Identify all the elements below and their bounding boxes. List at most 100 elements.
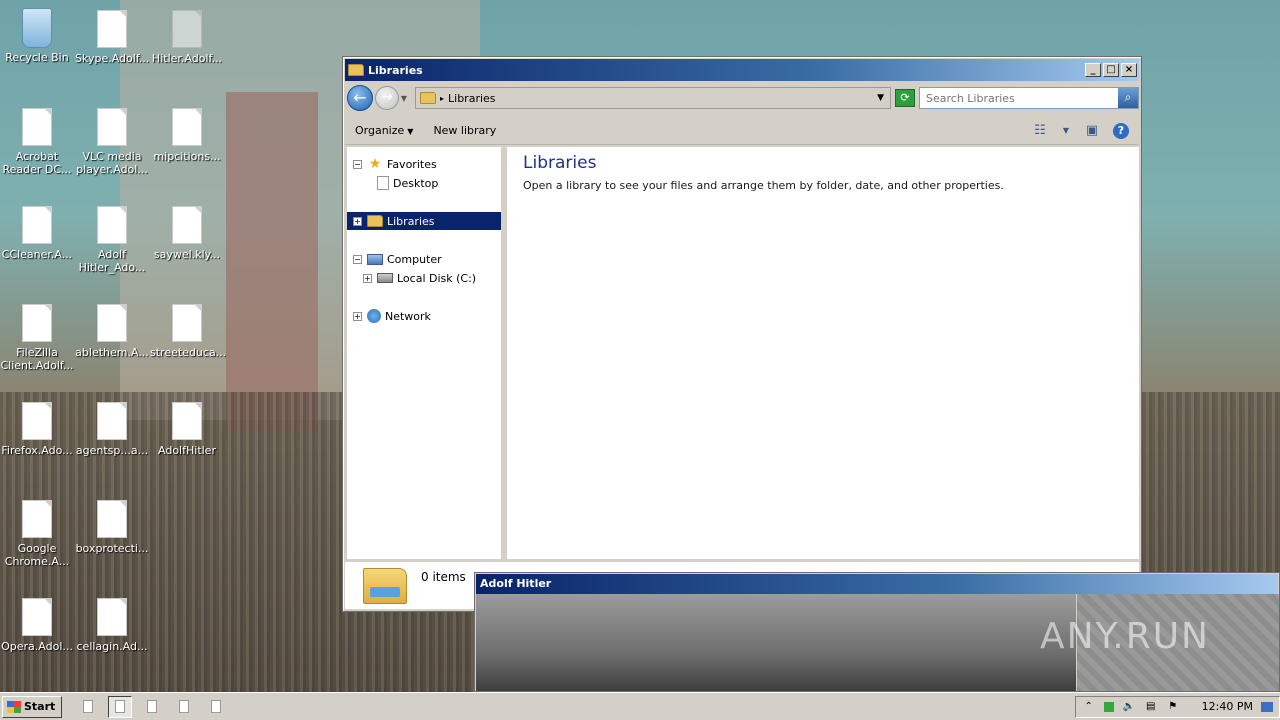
libraries-folder-icon [420,92,436,104]
desktop-icon[interactable]: boxprotecti... [75,500,149,555]
show-hidden-icons-icon[interactable]: ⌃ [1082,701,1096,713]
desktop-icon[interactable]: Acrobat Reader DC... [0,108,74,176]
document-icon [147,700,158,713]
tree-item-network[interactable]: + Network [347,307,501,325]
search-box[interactable]: ⌕ [919,87,1139,109]
preview-pane-icon[interactable]: ▣ [1083,122,1101,140]
desktop-icon[interactable]: mipcitions... [150,108,224,163]
network-status-icon[interactable] [1103,701,1114,712]
expand-icon[interactable]: + [363,273,372,283]
desktop-icon [377,176,389,190]
tree-item-libraries[interactable]: + Libraries [347,212,501,230]
taskbar-item[interactable] [172,696,196,718]
document-icon [97,598,127,636]
recycle-bin-icon [22,8,52,48]
close-button[interactable]: × [1121,63,1137,77]
expand-icon[interactable]: + [353,216,362,226]
item-count: 0 items [421,570,466,584]
search-icon[interactable]: ⌕ [1118,88,1138,108]
document-icon [22,304,52,342]
document-icon [179,700,190,713]
desktop-icon[interactable]: CCleaner.A... [0,206,74,261]
taskbar-item[interactable] [76,696,100,718]
volume-icon[interactable]: 🔈 [1122,701,1136,713]
navigation-pane: − ★ Favorites Desktop + Libraries − Comp… [347,147,504,559]
desktop-icon-recycle-bin[interactable]: Recycle Bin [0,8,74,64]
new-library-button[interactable]: New library [423,120,506,142]
document-icon [97,500,127,538]
desktop-icon[interactable]: FileZilla Client.Adolf... [0,304,74,372]
show-desktop-icon[interactable] [1261,701,1273,712]
document-icon [172,206,202,244]
desktop-icon[interactable]: Opera.Adol... [0,598,74,653]
clock[interactable]: 12:40 PM [1202,700,1253,713]
navigation-bar: ← → ▼ ▸ Libraries ▼ ⟳ ⌕ [345,83,1139,113]
maximize-button[interactable]: □ [1103,63,1119,77]
network-icon [367,309,381,323]
tree-item-favorites[interactable]: − ★ Favorites [347,155,501,173]
document-icon [22,500,52,538]
desktop-icon[interactable]: Skype.Adolf... [75,10,149,65]
forward-button[interactable]: → [375,86,399,110]
organize-button[interactable]: Organize ▼ [345,120,423,142]
image-window-title[interactable]: Adolf Hitler [476,574,1278,594]
taskbar-item[interactable] [204,696,228,718]
search-input[interactable] [920,91,1118,105]
desktop-icon[interactable]: ablethem.A... [75,304,149,359]
desktop-icon[interactable]: Google Chrome.A... [0,500,74,568]
window-titlebar[interactable]: Libraries _ □ × [345,59,1139,81]
library-folder-icon [363,567,407,604]
desktop-icon[interactable]: streeteduca... [150,304,226,359]
recent-pages-dropdown[interactable]: ▼ [399,94,409,103]
libraries-window: Libraries _ □ × ← → ▼ ▸ Libraries ▼ ⟳ ⌕ … [342,56,1142,612]
content-pane[interactable]: Libraries Open a library to see your fil… [507,147,1139,559]
page-description: Open a library to see your files and arr… [523,179,1004,192]
action-center-flag-icon[interactable]: ⚑ [1166,701,1180,713]
tree-item-computer[interactable]: − Computer [347,250,501,268]
command-bar: Organize ▼ New library ☷ ▼ ▣ ? [345,117,1139,145]
document-icon [22,108,52,146]
document-icon [97,402,127,440]
refresh-button[interactable]: ⟳ [895,89,915,107]
document-icon [97,108,127,146]
address-bar[interactable]: ▸ Libraries ▼ [415,87,891,109]
desktop-icon[interactable]: AdolfHitler [150,402,224,457]
taskbar: Start ⌃ 🔈 ▤ ⚑ 12:40 PM [0,692,1280,720]
desktop-icon[interactable]: Firefox.Ado... [0,402,74,457]
collapse-icon[interactable]: − [353,254,362,264]
change-view-icon[interactable]: ☷ [1031,122,1049,140]
watermark: ANY.RUN [1040,616,1210,657]
printer-icon[interactable]: ▤ [1144,701,1158,713]
windows-logo-icon [7,700,21,713]
address-dropdown-icon[interactable]: ▼ [877,93,884,103]
document-icon [172,10,202,48]
taskbar-item[interactable] [140,696,164,718]
desktop-icon[interactable]: VLC media player.Adol... [75,108,149,176]
tree-item-local-disk[interactable]: + Local Disk (C:) [347,269,501,287]
view-options-chevron-icon[interactable]: ▼ [1061,122,1071,140]
desktop-icon[interactable]: saywel.kly... [150,206,224,261]
photo-placeholder [476,594,1076,691]
breadcrumb[interactable]: Libraries [448,92,873,105]
help-icon[interactable]: ? [1113,122,1129,139]
expand-icon[interactable]: + [353,311,362,321]
start-button[interactable]: Start [2,695,63,718]
document-icon [97,206,127,244]
chevron-down-icon: ▼ [407,126,414,136]
back-button[interactable]: ← [347,85,373,111]
collapse-icon[interactable]: − [353,159,362,169]
desktop-icon[interactable]: Hitler.Adolf... [150,10,224,65]
taskbar-item-active[interactable] [108,695,133,718]
desktop-icon[interactable]: Adolf Hitler_Ado... [75,206,149,274]
desktop-icon[interactable]: cellagin.Ad... [75,598,149,653]
minimize-button[interactable]: _ [1085,63,1101,77]
document-icon [22,206,52,244]
tree-item-desktop[interactable]: Desktop [347,174,501,192]
libraries-folder-icon [367,215,383,227]
document-icon [211,700,222,713]
desktop-icon[interactable]: agentsp...a... [75,402,149,457]
breadcrumb-separator[interactable]: ▸ [440,94,444,103]
document-icon [172,108,202,146]
window-title: Libraries [368,63,423,77]
document-icon [115,700,126,713]
